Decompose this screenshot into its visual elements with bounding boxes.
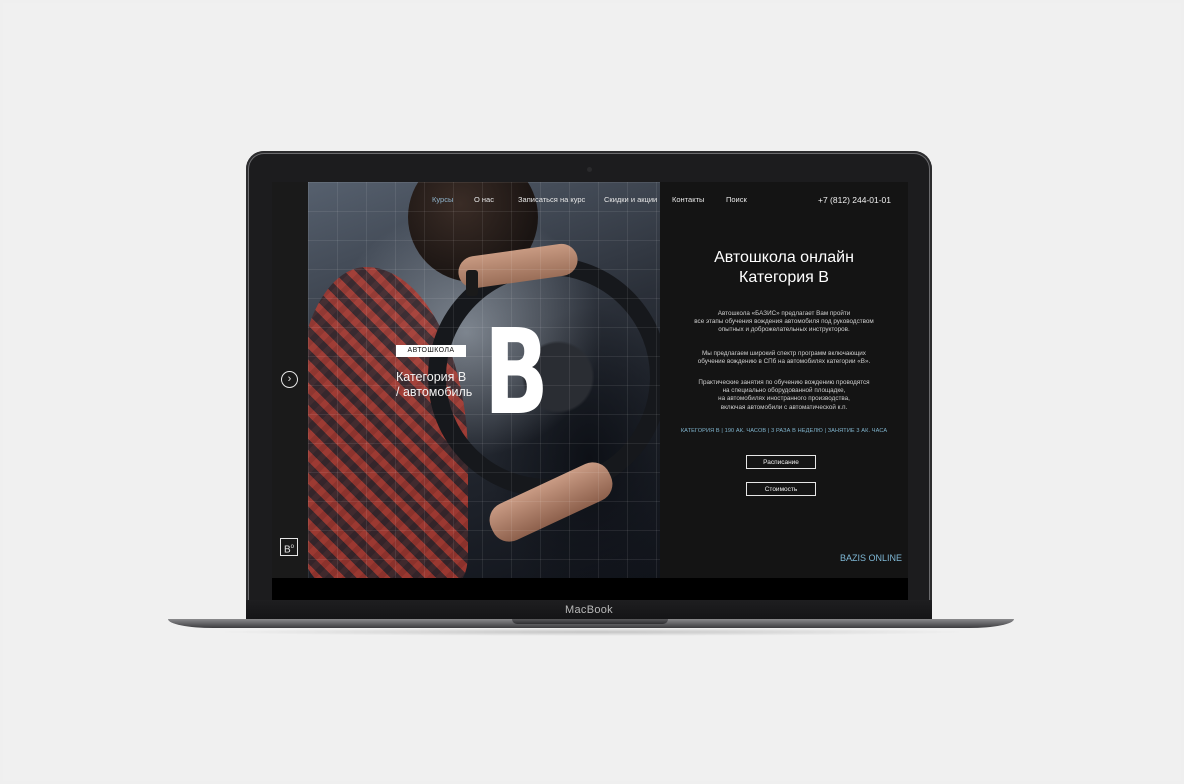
info-panel: Автошкола онлайн Категория В Автошкола «… — [660, 182, 908, 578]
course-tags: КАТЕГОРИЯ В | 190 АК. ЧАСОВ | 3 РАЗА В Н… — [680, 428, 888, 434]
laptop-notch — [512, 619, 668, 624]
info-p3-line: Практические занятия по обучению вождени… — [698, 379, 870, 386]
schedule-button[interactable]: Расписание — [746, 455, 816, 469]
info-title: Автошкола онлайн Категория В — [660, 248, 908, 288]
left-rail: › Во — [272, 182, 308, 578]
info-paragraph-1: Автошкола «БАЗИС» предлагает Вам пройти … — [674, 310, 894, 335]
info-p2-line: Мы предлагаем широкий спектр программ вк… — [702, 350, 866, 357]
info-p3-line: включая автомобили с автоматической к.п. — [720, 403, 848, 411]
nav-item-about[interactable]: О нас — [474, 195, 494, 204]
info-title-line1: Автошкола онлайн — [714, 249, 854, 266]
laptop-screen: › Во АВТОШКОЛА Категория В / автомобиль … — [272, 182, 908, 578]
nav-item-search[interactable]: Поиск — [726, 195, 747, 204]
nav-item-signup[interactable]: Записаться на курс — [518, 195, 585, 204]
info-p1-line: Автошкола «БАЗИС» предлагает Вам пройти — [717, 310, 851, 317]
hero-photo: АВТОШКОЛА Категория В / автомобиль В — [308, 182, 660, 578]
logo-sup: о — [290, 544, 294, 550]
info-p3-line: на автомобилях иностранного производства… — [718, 395, 850, 403]
device-label: MacBook — [246, 600, 932, 620]
logo-letter: В — [283, 544, 291, 556]
nav-item-contacts[interactable]: Контакты — [672, 195, 704, 204]
nav-item-courses[interactable]: Курсы — [432, 195, 453, 204]
laptop-shadow — [210, 628, 974, 636]
next-slide-icon[interactable]: › — [281, 371, 298, 388]
camera-icon — [587, 167, 592, 172]
info-paragraph-2: Мы предлагаем широкий спектр программ вк… — [674, 350, 894, 366]
info-p2-line: обучение вождению в СПб на автомобилях к… — [697, 358, 871, 366]
hero-letter: В — [484, 303, 549, 441]
logo-icon[interactable]: Во — [280, 538, 298, 556]
price-button[interactable]: Стоимость — [746, 482, 816, 496]
info-title-line2: Категория В — [739, 269, 829, 286]
phone-number[interactable]: +7 (812) 244-01-01 — [818, 195, 891, 205]
nav-item-discounts[interactable]: Скидки и акции — [604, 195, 657, 204]
hero-tag: АВТОШКОЛА — [396, 345, 466, 357]
info-p1-line: опытных и доброжелательных инструкторов. — [718, 326, 850, 334]
info-paragraph-3: Практические занятия по обучению вождени… — [674, 379, 894, 412]
brand-link[interactable]: BAZIS ONLINE — [818, 553, 902, 563]
screen-bezel-bottom — [272, 578, 908, 600]
